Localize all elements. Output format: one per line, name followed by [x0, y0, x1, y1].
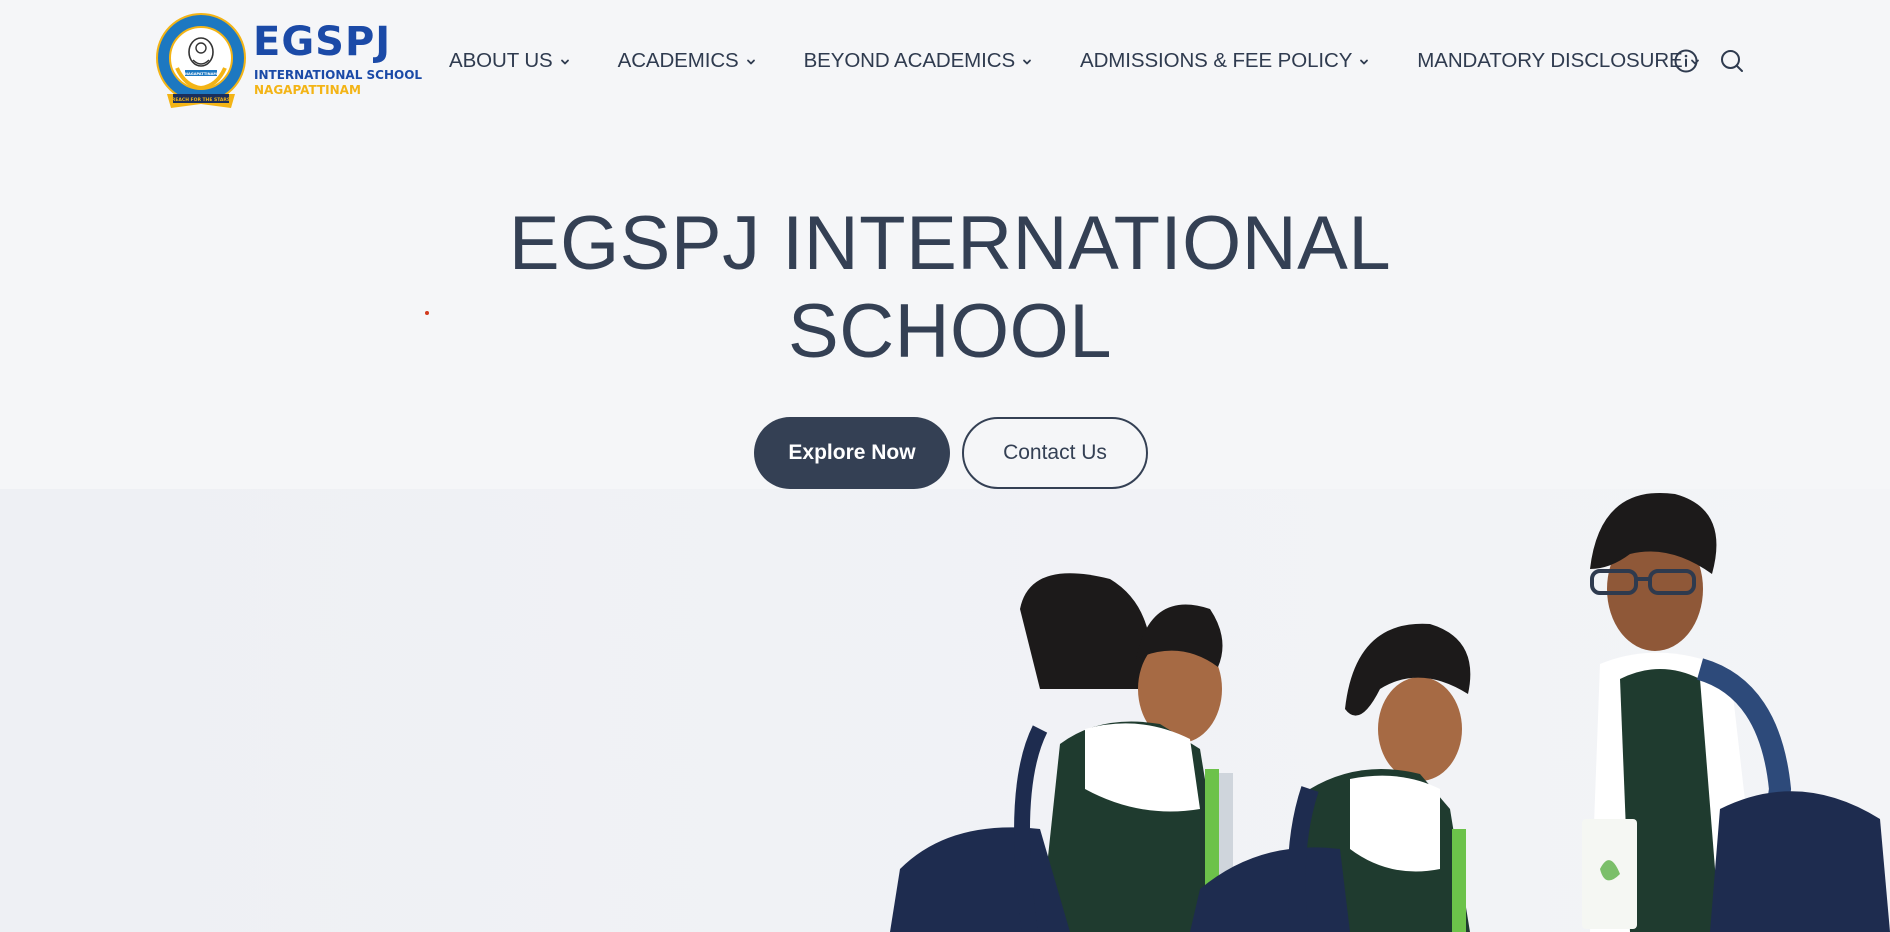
hero-title-line-1: EGSPJ INTERNATIONAL	[508, 201, 1392, 286]
decorative-dot	[425, 311, 429, 315]
logo-city: NAGAPATTINAM	[254, 83, 361, 97]
hero-title: EGSPJ INTERNATIONAL SCHOOL	[445, 200, 1455, 376]
nav-item-label: BEYOND ACADEMICS	[803, 49, 1016, 72]
nav-item-beyond-academics[interactable]: BEYOND ACADEMICS	[804, 49, 1032, 73]
svg-text:REACH FOR THE STARS: REACH FOR THE STARS	[172, 97, 230, 103]
contact-us-button[interactable]: Contact Us	[962, 417, 1148, 489]
chevron-down-icon	[560, 59, 569, 64]
site-header: REACH FOR THE STARS NAGAPATTINAM EGSPJ I…	[0, 0, 1890, 122]
nav-item-label: MANDATORY DISCLOSURE	[1417, 49, 1683, 72]
nav-item-label: ABOUT US	[449, 49, 553, 72]
chevron-down-icon	[746, 59, 755, 64]
main-nav: ABOUT US ACADEMICS BEYOND ACADEMICS ADMI…	[449, 46, 1700, 76]
school-logo[interactable]: REACH FOR THE STARS NAGAPATTINAM EGSPJ I…	[155, 12, 422, 112]
nav-item-academics[interactable]: ACADEMICS	[618, 49, 756, 73]
nav-item-label: ACADEMICS	[617, 49, 739, 72]
svg-text:NAGAPATTINAM: NAGAPATTINAM	[185, 72, 217, 76]
school-emblem-icon: REACH FOR THE STARS NAGAPATTINAM	[156, 13, 246, 108]
students-illustration	[0, 489, 1890, 932]
logo-subtitle: INTERNATIONAL SCHOOL	[254, 68, 423, 82]
nav-item-label: ADMISSIONS & FEE POLICY	[1080, 49, 1353, 72]
chevron-down-icon	[1360, 59, 1369, 64]
chevron-down-icon	[1023, 59, 1031, 64]
nav-item-admissions-fee-policy[interactable]: ADMISSIONS & FEE POLICY	[1080, 49, 1369, 73]
search-icon[interactable]	[1719, 48, 1745, 74]
nav-item-mandatory-disclosure[interactable]: MANDATORY DISCLOSURE	[1417, 49, 1699, 73]
nav-item-about-us[interactable]: ABOUT US	[449, 49, 570, 73]
explore-now-button[interactable]: Explore Now	[754, 417, 950, 489]
logo-title: EGSPJ	[253, 19, 392, 65]
info-icon[interactable]	[1673, 48, 1699, 74]
hero-title-line-2: SCHOOL	[788, 289, 1112, 374]
hero-students-image	[0, 489, 1890, 932]
